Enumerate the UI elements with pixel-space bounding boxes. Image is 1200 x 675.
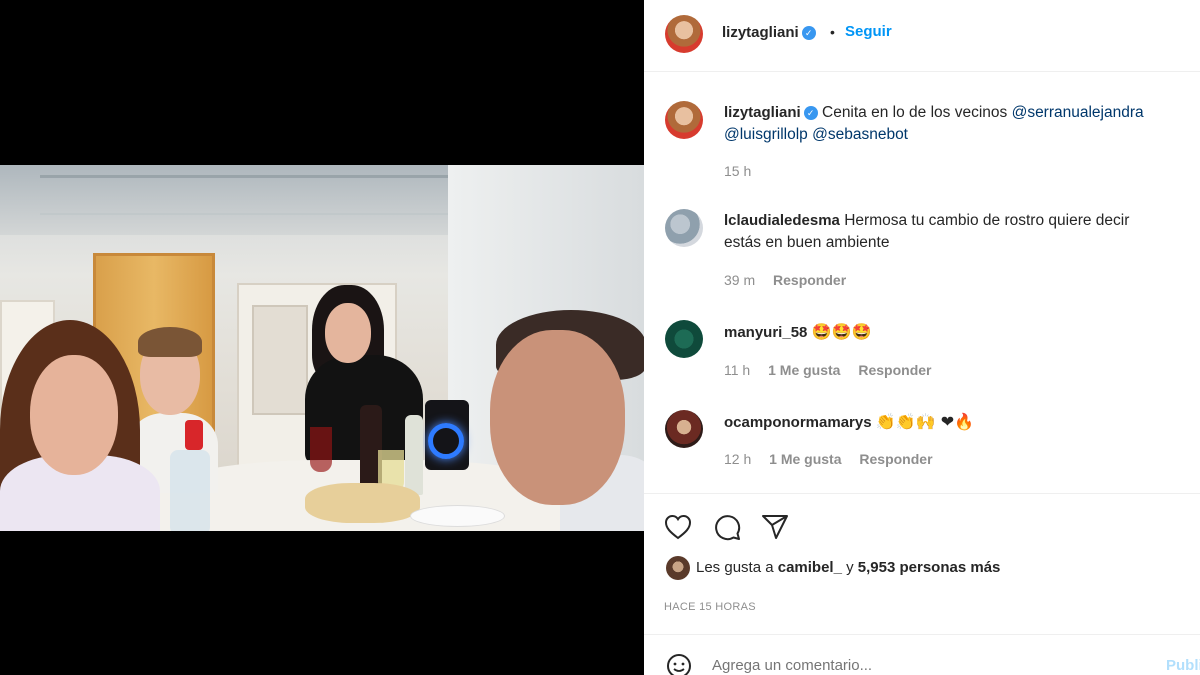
comments-list: lizytagliani ✓ Cenita en lo de los vecino…	[644, 72, 1200, 492]
mention-link[interactable]: @luisgrillolp	[724, 126, 808, 143]
reply-button[interactable]: Responder	[773, 272, 846, 288]
post-actions: Les gusta a camibel_ y 5,953 personas má…	[644, 493, 1200, 633]
mention-link[interactable]: @sebasnebot	[812, 126, 908, 143]
add-comment-bar: Publicar	[644, 634, 1200, 675]
caption-meta: 15 h	[724, 163, 765, 179]
photo-person	[325, 303, 371, 363]
post-time-ago[interactable]: HACE 15 HORAS	[664, 601, 756, 613]
reply-button[interactable]: Responder	[859, 451, 932, 467]
comment-emojis: 🤩🤩🤩	[811, 322, 872, 341]
comment-body: Hermosa tu cambio de rostro quiere decir	[844, 212, 1130, 229]
comment-text: manyuri_58 🤩🤩🤩	[724, 321, 1184, 344]
comment-emojis: 👏👏🙌 ❤🔥	[875, 412, 975, 431]
verified-badge-icon: ✓	[803, 105, 818, 120]
likes-count-link[interactable]: 5,953 personas más	[858, 559, 1001, 576]
follow-button[interactable]: Seguir	[845, 23, 892, 40]
photo-shelf	[252, 305, 308, 415]
commenter-username[interactable]: ocamponormamarys	[724, 414, 872, 431]
comment-time[interactable]: 12 h	[724, 451, 751, 467]
heart-icon[interactable]	[664, 514, 692, 540]
photo-food	[305, 483, 420, 523]
comment-text: ocamponormamarys 👏👏🙌 ❤🔥	[724, 411, 1184, 434]
comment-time[interactable]: 39 m	[724, 272, 755, 288]
emoji-icon[interactable]	[666, 653, 692, 675]
comment-icon[interactable]	[713, 513, 741, 541]
caption-text: lizytagliani ✓ Cenita en lo de los vecino…	[724, 102, 1184, 146]
likes-summary: Les gusta a camibel_ y 5,953 personas má…	[666, 556, 1000, 580]
likes-prefix: Les gusta a	[696, 558, 774, 576]
comment-body: estás en buen ambiente	[724, 234, 890, 251]
post-photo[interactable]	[0, 165, 644, 531]
likes-connector: y	[846, 558, 854, 576]
post-media-area	[0, 0, 644, 675]
author-username[interactable]: lizytagliani	[722, 24, 799, 41]
reply-button[interactable]: Responder	[858, 362, 931, 378]
author-avatar[interactable]	[665, 15, 703, 53]
post-comment-button[interactable]: Publicar	[1166, 657, 1200, 674]
comment-likes-button[interactable]: 1 Me gusta	[768, 362, 840, 378]
photo-bottle	[405, 415, 423, 495]
commenter-username[interactable]: lclaudialedesma	[724, 212, 840, 229]
verified-badge-icon: ✓	[801, 25, 816, 40]
commenter-avatar[interactable]	[665, 320, 703, 358]
header-separator: •	[830, 24, 835, 40]
caption-username[interactable]: lizytagliani	[724, 104, 801, 121]
photo-person	[30, 355, 118, 475]
comment-meta: 39 m Responder	[724, 272, 860, 288]
comment-likes-button[interactable]: 1 Me gusta	[769, 451, 841, 467]
post-side-panel: lizytagliani ✓ • Seguir lizytagliani ✓ Cen…	[644, 0, 1200, 675]
caption-body: Cenita en lo de los vecinos	[822, 104, 1008, 121]
commenter-username[interactable]: manyuri_58	[724, 324, 807, 341]
photo-water-bottle	[170, 450, 210, 531]
comment-meta: 11 h 1 Me gusta Responder	[724, 362, 945, 378]
commenter-avatar[interactable]	[665, 209, 703, 247]
comment-text: lclaudialedesma Hermosa tu cambio de ros…	[724, 210, 1184, 254]
photo-person	[138, 327, 202, 357]
mention-link[interactable]: @serranualejandra	[1012, 104, 1144, 121]
author-username-group[interactable]: lizytagliani ✓	[722, 24, 816, 42]
share-icon[interactable]	[761, 514, 789, 540]
photo-speaker-light	[428, 423, 464, 459]
commenter-avatar[interactable]	[665, 410, 703, 448]
liker-avatar[interactable]	[666, 556, 690, 580]
post-header: lizytagliani ✓ • Seguir	[644, 0, 1200, 72]
caption-avatar[interactable]	[665, 101, 703, 139]
photo-bottle-cap	[185, 420, 203, 450]
comment-meta: 12 h 1 Me gusta Responder	[724, 451, 947, 467]
liker-username[interactable]: camibel_	[778, 559, 842, 576]
photo-plate	[410, 505, 505, 527]
photo-person	[490, 330, 625, 505]
caption-time[interactable]: 15 h	[724, 163, 751, 179]
comment-time[interactable]: 11 h	[724, 362, 750, 378]
comment-input[interactable]	[712, 657, 1132, 674]
photo-wine-glass	[310, 427, 332, 472]
